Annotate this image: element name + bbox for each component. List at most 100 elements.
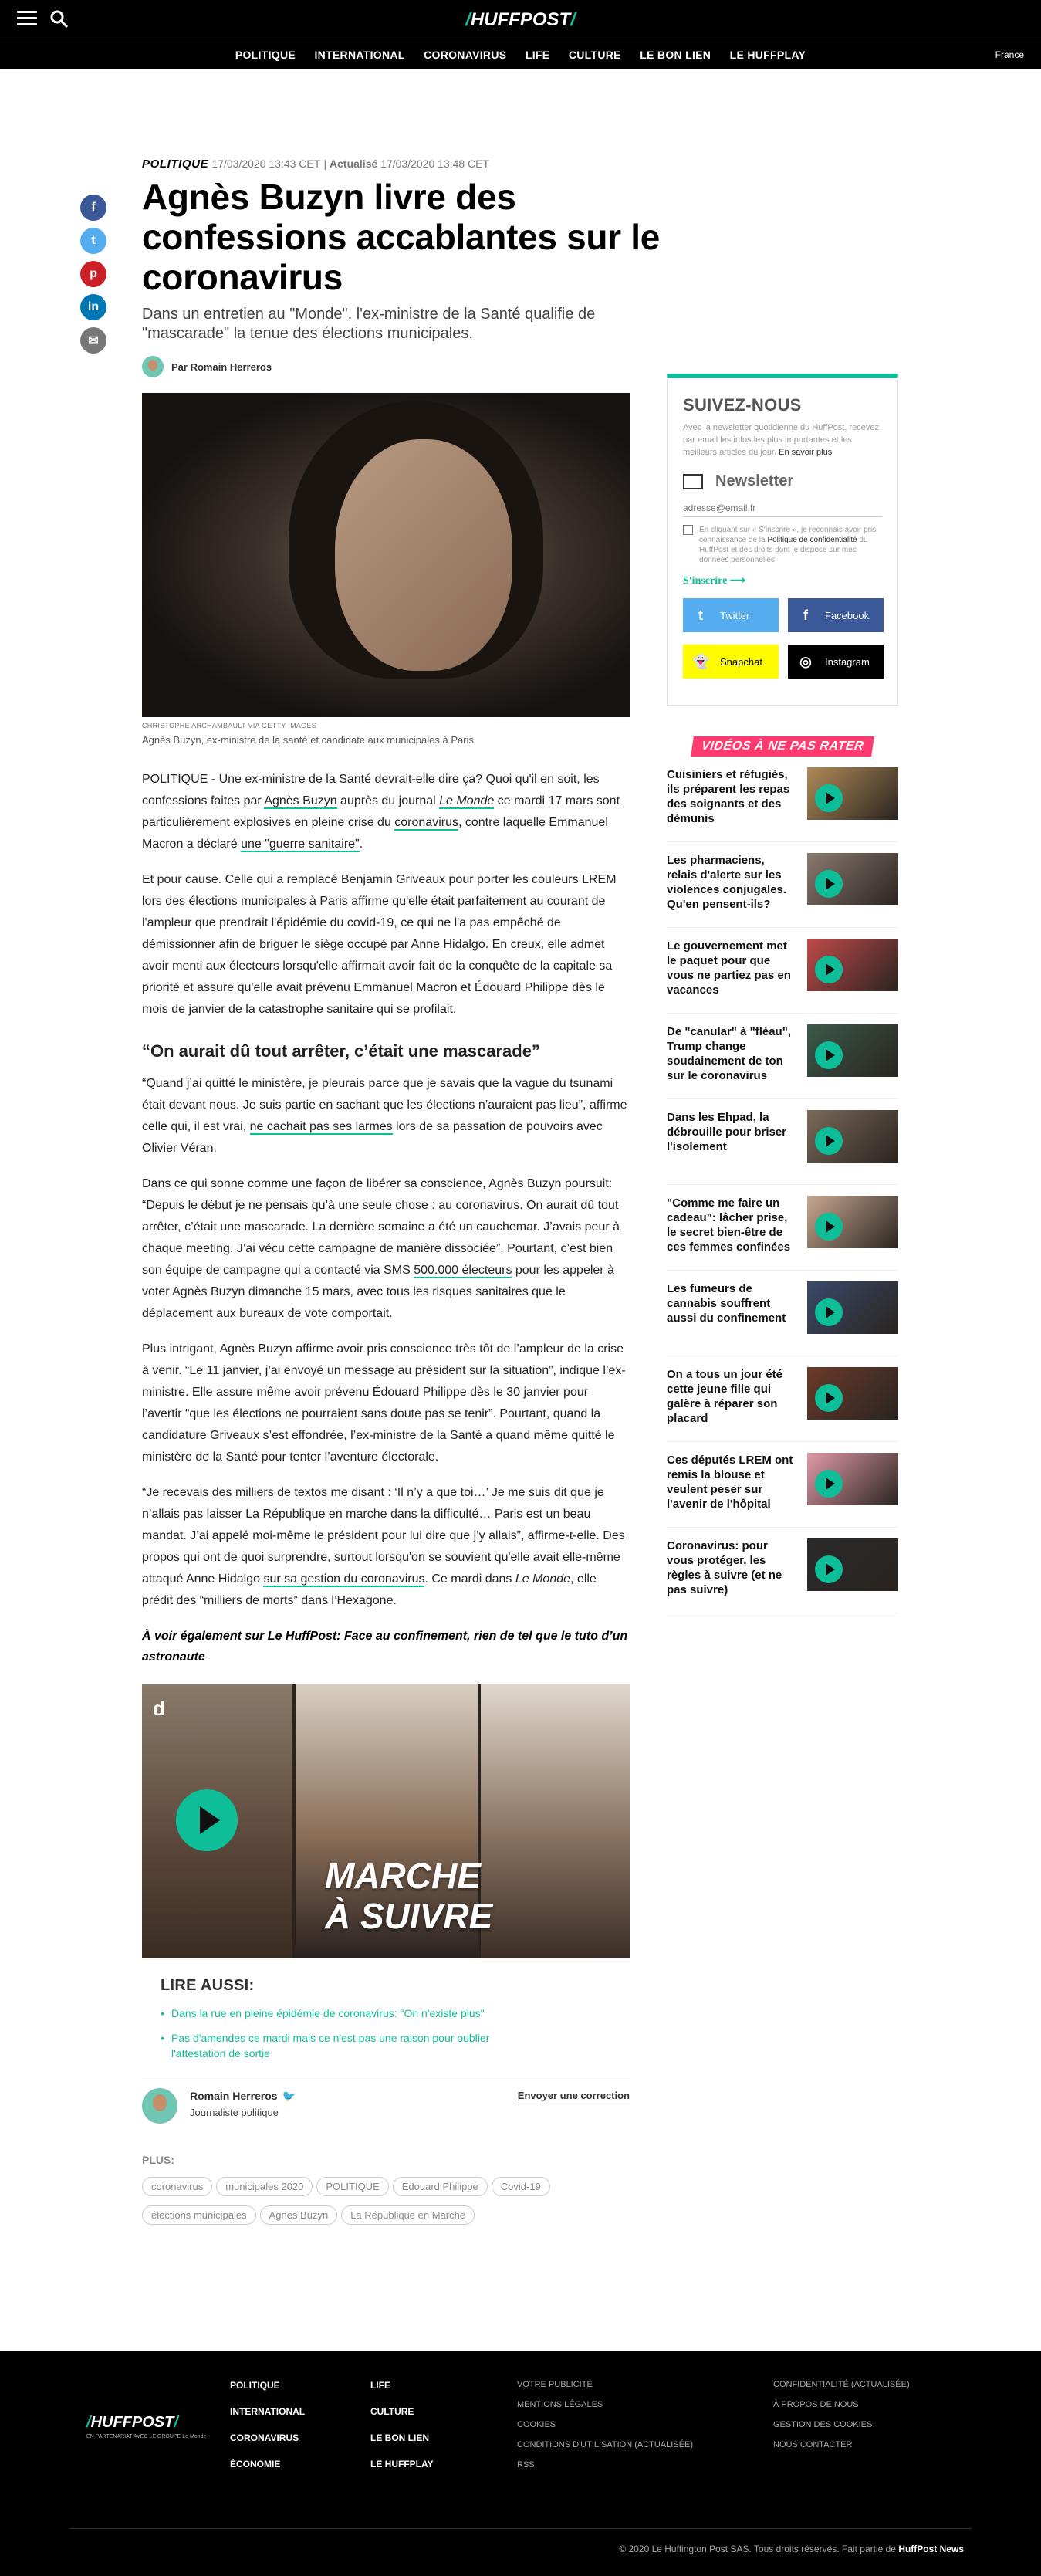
- section-label[interactable]: POLITIQUE: [142, 157, 208, 171]
- instagram-follow-button[interactable]: ◎ Instagram: [788, 645, 884, 679]
- footer-link[interactable]: VOTRE PUBLICITÉ: [517, 2380, 693, 2389]
- video-item-title[interactable]: Ces députés LREM ont remis la blouse et …: [667, 1453, 798, 1516]
- tag-pill[interactable]: Covid-19: [491, 2177, 550, 2196]
- video-thumbnail[interactable]: [807, 1281, 898, 1334]
- facebook-share-icon[interactable]: f: [80, 195, 106, 221]
- tag-pill[interactable]: Édouard Philippe: [392, 2177, 488, 2196]
- author-avatar[interactable]: [142, 356, 164, 377]
- play-icon[interactable]: [815, 1041, 843, 1069]
- play-icon[interactable]: [815, 1298, 843, 1326]
- video-thumbnail[interactable]: [807, 1453, 898, 1505]
- video-item[interactable]: Les fumeurs de cannabis souffrent aussi …: [667, 1271, 898, 1356]
- menu-icon[interactable]: [17, 11, 37, 28]
- inline-link[interactable]: sur sa gestion du coronavirus: [263, 1572, 425, 1587]
- twitter-share-icon[interactable]: t: [80, 228, 106, 254]
- video-item-title[interactable]: "Comme me faire un cadeau": lâcher prise…: [667, 1196, 798, 1259]
- video-item-title[interactable]: On a tous un jour été cette jeune fille …: [667, 1367, 798, 1430]
- video-item-title[interactable]: Dans les Ehpad, la débrouille pour brise…: [667, 1110, 798, 1173]
- play-icon[interactable]: [815, 956, 843, 983]
- video-thumbnail[interactable]: [807, 1367, 898, 1420]
- video-item[interactable]: Ces députés LREM ont remis la blouse et …: [667, 1442, 898, 1528]
- byline-text[interactable]: Par Romain Herreros: [171, 361, 272, 373]
- footer-link[interactable]: CULTURE: [370, 2406, 434, 2417]
- nav-culture[interactable]: CULTURE: [569, 39, 621, 70]
- video-player[interactable]: d MARCHE À SUIVRE: [142, 1684, 630, 1958]
- footer-link[interactable]: GESTION DES COOKIES: [773, 2420, 910, 2429]
- play-icon[interactable]: [815, 1555, 843, 1583]
- video-item-title[interactable]: Le gouvernement met le paquet pour que v…: [667, 939, 798, 1002]
- inline-link[interactable]: une "guerre sanitaire": [241, 838, 360, 852]
- nav-le-huffplay[interactable]: LE HUFFPLAY: [730, 39, 806, 70]
- inline-link[interactable]: Agnès Buzyn: [264, 794, 337, 809]
- facebook-follow-button[interactable]: f Facebook: [788, 598, 884, 632]
- footer-link[interactable]: ÉCONOMIE: [230, 2459, 305, 2469]
- footer-link[interactable]: NOUS CONTACTER: [773, 2440, 910, 2449]
- video-item[interactable]: Cuisiniers et réfugiés, ils préparent le…: [667, 757, 898, 842]
- tag-pill[interactable]: La République en Marche: [341, 2205, 475, 2225]
- read-also-link[interactable]: Dans la rue en pleine épidémie de corona…: [161, 2006, 523, 2021]
- footer-link[interactable]: LIFE: [370, 2380, 434, 2391]
- video-item[interactable]: Dans les Ehpad, la débrouille pour brise…: [667, 1099, 898, 1185]
- video-thumbnail[interactable]: [807, 1196, 898, 1248]
- inline-link[interactable]: coronavirus: [394, 816, 458, 831]
- twitter-icon[interactable]: 🐦: [282, 2090, 296, 2102]
- tag-pill[interactable]: municipales 2020: [216, 2177, 313, 2196]
- nav-international[interactable]: INTERNATIONAL: [314, 39, 404, 70]
- video-thumbnail[interactable]: [807, 853, 898, 905]
- footer-link[interactable]: INTERNATIONAL: [230, 2406, 305, 2417]
- footer-link[interactable]: MENTIONS LÉGALES: [517, 2400, 693, 2409]
- read-also-link[interactable]: Pas d'amendes ce mardi mais ce n'est pas…: [161, 2030, 523, 2061]
- email-share-icon[interactable]: ✉: [80, 327, 106, 354]
- twitter-follow-button[interactable]: t Twitter: [683, 598, 779, 632]
- consent-checkbox[interactable]: [683, 525, 693, 535]
- linkedin-share-icon[interactable]: in: [80, 294, 106, 320]
- video-item-title[interactable]: Cuisiniers et réfugiés, ils préparent le…: [667, 767, 798, 831]
- tag-pill[interactable]: POLITIQUE: [316, 2177, 389, 2196]
- nav-coronavirus[interactable]: CORONAVIRUS: [424, 39, 506, 70]
- video-item[interactable]: On a tous un jour été cette jeune fille …: [667, 1356, 898, 1442]
- footer-logo[interactable]: /HUFFPOST/: [86, 2414, 178, 2432]
- tag-pill[interactable]: élections municipales: [142, 2205, 256, 2225]
- play-icon[interactable]: [815, 1470, 843, 1498]
- footer-link[interactable]: CONDITIONS D'UTILISATION (ACTUALISÉE): [517, 2440, 693, 2449]
- author-name[interactable]: Romain Herreros 🐦: [190, 2090, 296, 2103]
- nav-politique[interactable]: POLITIQUE: [235, 39, 296, 70]
- inline-link[interactable]: 500.000 électeurs: [414, 1264, 512, 1278]
- pinterest-share-icon[interactable]: p: [80, 261, 106, 287]
- huffpost-logo[interactable]: /HUFFPOST/: [465, 9, 576, 31]
- search-icon[interactable]: [49, 9, 69, 29]
- learn-more-link[interactable]: En savoir plus: [779, 448, 832, 457]
- footer-link[interactable]: LE BON LIEN: [370, 2432, 434, 2443]
- video-item[interactable]: De "canular" à "fléau", Trump change sou…: [667, 1014, 898, 1099]
- footer-link[interactable]: LE HUFFPLAY: [370, 2459, 434, 2469]
- play-icon[interactable]: [176, 1789, 238, 1851]
- edition-selector[interactable]: France: [995, 39, 1024, 70]
- footer-link[interactable]: CORONAVIRUS: [230, 2432, 305, 2443]
- inline-link[interactable]: ne cachait pas ses larmes: [249, 1120, 393, 1135]
- video-thumbnail[interactable]: [807, 1538, 898, 1591]
- email-field[interactable]: [683, 499, 882, 517]
- play-icon[interactable]: [815, 1213, 843, 1241]
- inline-link[interactable]: Le Monde: [439, 794, 495, 809]
- play-icon[interactable]: [815, 784, 843, 812]
- play-icon[interactable]: [815, 870, 843, 898]
- subscribe-button[interactable]: S'inscrire ⟶: [683, 574, 882, 587]
- footer-link[interactable]: RSS: [517, 2460, 693, 2469]
- nav-life[interactable]: LIFE: [526, 39, 550, 70]
- author-avatar[interactable]: [142, 2088, 177, 2124]
- footer-link[interactable]: POLITIQUE: [230, 2380, 305, 2391]
- video-thumbnail[interactable]: [807, 767, 898, 820]
- video-item[interactable]: Les pharmaciens, relais d'alerte sur les…: [667, 842, 898, 928]
- video-item[interactable]: Le gouvernement met le paquet pour que v…: [667, 928, 898, 1014]
- footer-link[interactable]: COOKIES: [517, 2420, 693, 2429]
- video-item-title[interactable]: De "canular" à "fléau", Trump change sou…: [667, 1024, 798, 1088]
- tag-pill[interactable]: Agnès Buzyn: [259, 2205, 338, 2225]
- video-thumbnail[interactable]: [807, 1024, 898, 1077]
- video-item[interactable]: Coronavirus: pour vous protéger, les règ…: [667, 1528, 898, 1613]
- video-thumbnail[interactable]: [807, 939, 898, 991]
- play-icon[interactable]: [815, 1127, 843, 1155]
- tag-pill[interactable]: coronavirus: [142, 2177, 213, 2196]
- footer-link[interactable]: CONFIDENTIALITÉ (ACTUALISÉE): [773, 2380, 910, 2389]
- snapchat-follow-button[interactable]: 👻 Snapchat: [683, 645, 779, 679]
- video-item-title[interactable]: Coronavirus: pour vous protéger, les règ…: [667, 1538, 798, 1602]
